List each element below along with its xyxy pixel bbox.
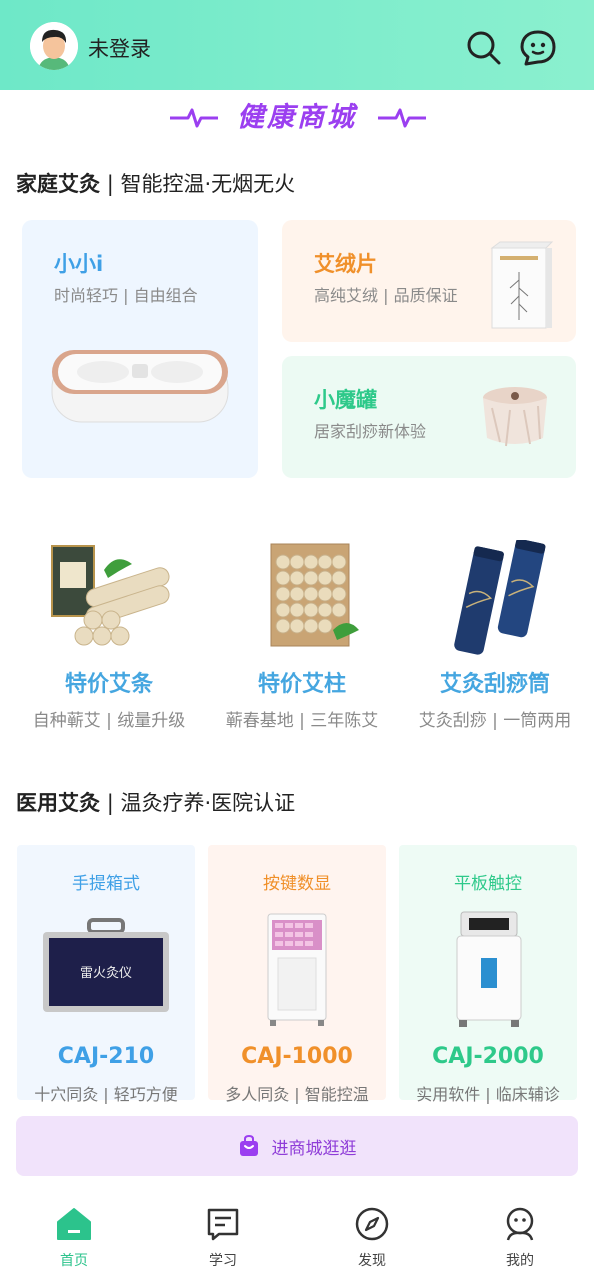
study-icon bbox=[207, 1208, 239, 1241]
product-moxa-sticks[interactable]: 特价艾条 自种蕲艾 | 绒量升级 bbox=[14, 540, 204, 731]
bottom-tab-bar: 首页 学习 发现 我的 bbox=[0, 1196, 594, 1280]
medical-card-title: 手提箱式 bbox=[72, 874, 140, 894]
moxa-pad-box-image bbox=[490, 241, 554, 329]
pulse-left-icon bbox=[170, 108, 218, 128]
message-icon[interactable] bbox=[518, 28, 558, 68]
product-name: 特价艾柱 bbox=[257, 672, 346, 697]
login-status[interactable]: 未登录 bbox=[88, 33, 151, 63]
medical-card-caj2000[interactable]: 平板触控 CAJ-2000 实用软件 | 临床辅诊 bbox=[399, 845, 577, 1104]
medical-section-title: 医用艾灸 | 温灸疗养·医院认证 bbox=[16, 791, 296, 815]
tab-study[interactable]: 学习 bbox=[173, 1206, 273, 1270]
shopping-bag-icon bbox=[239, 1135, 258, 1156]
medical-model: CAJ-210 bbox=[57, 1044, 155, 1069]
product-card-xiaoxiaoi[interactable]: 小小i 时尚轻巧 | 自由组合 bbox=[22, 220, 258, 478]
product-name: 特价艾条 bbox=[64, 672, 153, 697]
scraping-tube-image bbox=[430, 538, 560, 658]
card-desc: 时尚轻巧 | 自由组合 bbox=[54, 286, 198, 305]
product-name: 艾灸刮痧筒 bbox=[439, 672, 550, 697]
compass-icon bbox=[355, 1207, 389, 1241]
search-icon[interactable] bbox=[464, 28, 504, 68]
tab-label: 首页 bbox=[60, 1253, 88, 1269]
card-name: 艾绒片 bbox=[314, 252, 377, 276]
product-desc: 自种蕲艾 | 绒量升级 bbox=[32, 711, 186, 731]
medical-desc: 实用软件 | 临床辅诊 bbox=[416, 1085, 560, 1104]
tab-label: 我的 bbox=[506, 1253, 534, 1269]
medical-model: CAJ-2000 bbox=[432, 1044, 544, 1069]
tab-label: 学习 bbox=[209, 1253, 237, 1269]
pulse-right-icon bbox=[378, 108, 426, 128]
home-section-title: 家庭艾灸 | 智能控温·无烟无火 bbox=[16, 172, 296, 196]
enter-mall-button[interactable]: 进商城逛逛 bbox=[16, 1116, 578, 1176]
medical-model: CAJ-1000 bbox=[241, 1044, 353, 1069]
moxa-device-image bbox=[51, 350, 229, 423]
medical-card-caj210[interactable]: 手提箱式 雷火灸仪 CAJ-210 十穴同灸 | 轻巧方便 bbox=[17, 845, 195, 1104]
enter-mall-label: 进商城逛逛 bbox=[271, 1138, 357, 1159]
mall-banner: 健康商城 bbox=[0, 98, 594, 138]
moxa-cones-image bbox=[237, 540, 367, 658]
medical-card-caj1000[interactable]: 按键数显 CAJ-1000 多人同灸 | 智能控温 bbox=[208, 845, 386, 1104]
medical-desc: 多人同灸 | 智能控温 bbox=[225, 1085, 369, 1104]
product-moxa-cones[interactable]: 特价艾柱 蕲春基地 | 三年陈艾 bbox=[207, 540, 397, 731]
medical-card-title: 按键数显 bbox=[263, 874, 331, 894]
button-device-image bbox=[222, 910, 372, 1030]
medical-desc: 十穴同灸 | 轻巧方便 bbox=[34, 1085, 178, 1104]
profile-icon bbox=[506, 1207, 534, 1241]
tab-label: 发现 bbox=[358, 1253, 386, 1269]
medical-card-title: 平板触控 bbox=[454, 874, 522, 894]
card-desc: 高纯艾绒 | 品质保证 bbox=[314, 286, 458, 305]
tab-profile[interactable]: 我的 bbox=[470, 1206, 570, 1270]
mall-title: 健康商城 bbox=[237, 102, 357, 133]
tab-home[interactable]: 首页 bbox=[24, 1206, 124, 1270]
product-card-moxa-pads[interactable]: 艾绒片 高纯艾绒 | 品质保证 bbox=[282, 220, 576, 342]
product-scraping-tube[interactable]: 艾灸刮痧筒 艾灸刮痧 | 一筒两用 bbox=[400, 538, 590, 731]
moxa-sticks-image bbox=[44, 540, 174, 658]
scraping-jar-image bbox=[483, 387, 547, 447]
case-label: 雷火灸仪 bbox=[80, 966, 132, 981]
touch-device-image bbox=[413, 910, 563, 1030]
tab-discover[interactable]: 发现 bbox=[322, 1206, 422, 1270]
card-name: 小小i bbox=[54, 252, 104, 276]
card-desc: 居家刮痧新体验 bbox=[314, 422, 427, 441]
product-desc: 蕲春基地 | 三年陈艾 bbox=[225, 711, 379, 731]
case-device-image: 雷火灸仪 bbox=[31, 910, 181, 1030]
home-icon bbox=[57, 1208, 91, 1240]
product-card-scraping-jar[interactable]: 小魔罐 居家刮痧新体验 bbox=[282, 356, 576, 478]
card-name: 小魔罐 bbox=[314, 388, 377, 412]
product-desc: 艾灸刮痧 | 一筒两用 bbox=[418, 711, 572, 731]
avatar[interactable] bbox=[30, 22, 78, 70]
top-header: 未登录 bbox=[0, 0, 594, 90]
